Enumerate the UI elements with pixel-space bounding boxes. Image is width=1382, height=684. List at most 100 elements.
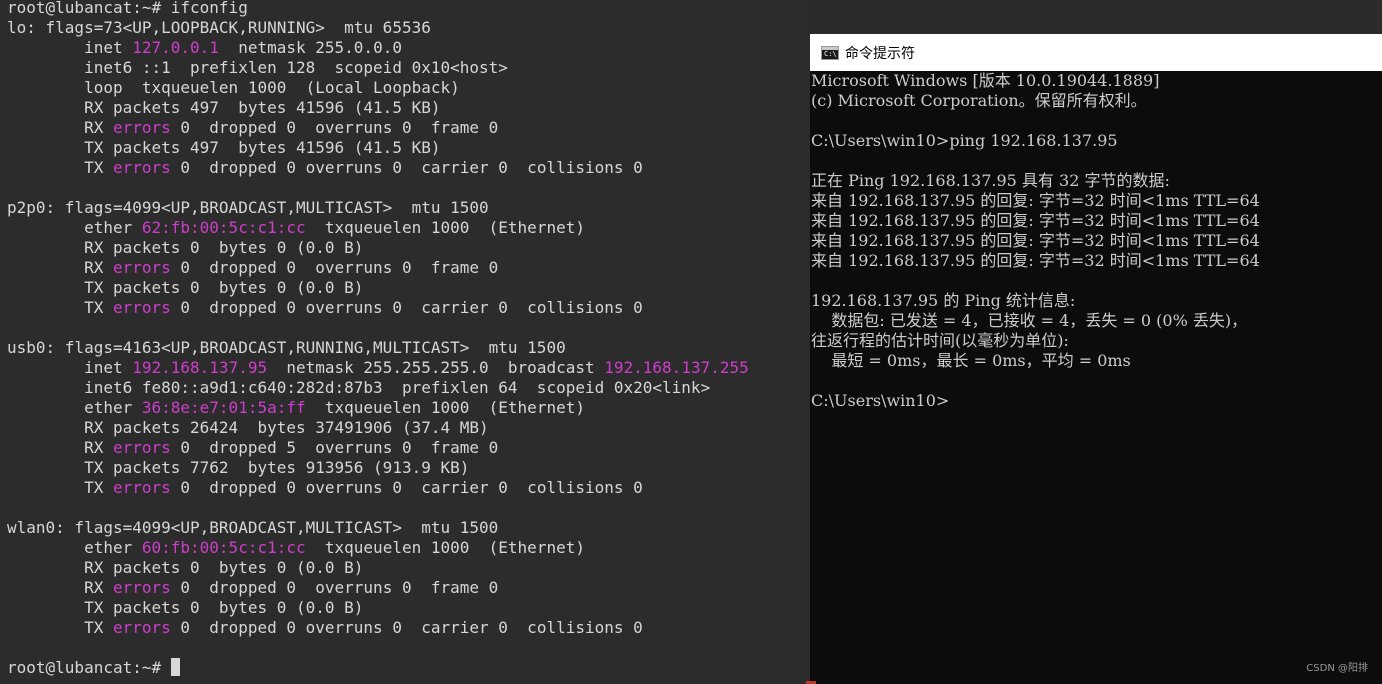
cmd-line [811,111,1260,131]
watermark: CSDN @阳排 [1306,663,1368,674]
terminal-line: inet 127.0.0.1 netmask 255.0.0.0 [7,38,749,58]
line-text: inet6 ::1 prefixlen 128 scopeid 0x10<hos… [7,58,508,77]
line-text: usb0: flags=4163<UP,BROADCAST,RUNNING,MU… [7,338,566,357]
terminal-line: inet6 fe80::a9d1:c640:282d:87b3 prefixle… [7,378,749,398]
cmd-line: Microsoft Windows [版本 10.0.19044.1889] [811,71,1160,90]
highlighted-text: 192.168.137.95 [132,358,268,377]
cmd-line: 来自 192.168.137.95 的回复: 字节=32 时间<1ms TTL=… [811,231,1260,250]
linux-terminal-output: root@lubancat:~# ifconfig lo: flags=73<UP… [7,0,749,678]
terminal-line: RX packets 0 bytes 0 (0.0 B) [7,558,749,578]
terminal-line: TX packets 0 bytes 0 (0.0 B) [7,278,749,298]
line-text: root@lubancat:~# [7,658,171,677]
terminal-line: ether 60:fb:00:5c:c1:cc txqueuelen 1000 … [7,538,749,558]
terminal-line: ether 62:fb:00:5c:c1:cc txqueuelen 1000 … [7,218,749,238]
line-text: 0 dropped 0 overruns 0 frame 0 [170,118,499,137]
line-text: netmask 255.0.0.0 [218,38,402,57]
terminal-cursor[interactable] [170,658,180,676]
line-text: TX [7,478,113,497]
line-text: p2p0: flags=4099<UP,BROADCAST,MULTICAST>… [7,198,489,217]
cmd-line: C:\Users\win10> [811,391,950,410]
line-text: 0 dropped 0 overruns 0 carrier 0 collisi… [170,158,643,177]
terminal-line: TX errors 0 dropped 0 overruns 0 carrier… [7,478,749,498]
terminal-line: RX errors 0 dropped 0 overruns 0 frame 0 [7,578,749,598]
cmd-line: 来自 192.168.137.95 的回复: 字节=32 时间<1ms TTL=… [811,251,1260,270]
line-text: TX packets 497 bytes 41596 (41.5 KB) [7,138,441,157]
line-text: TX packets 0 bytes 0 (0.0 B) [7,278,364,297]
line-text: RX packets 497 bytes 41596 (41.5 KB) [7,98,441,117]
line-text: root@lubancat:~# ifconfig [7,0,248,17]
highlighted-text: errors [112,158,171,177]
highlighted-text: errors [112,618,171,637]
terminal-line: ether 36:8e:e7:01:5a:ff txqueuelen 1000 … [7,398,749,418]
line-text: RX [7,258,113,277]
line-text: ether [7,218,142,237]
cmd-line: 往返行程的估计时间(以毫秒为单位): [811,331,1069,350]
line-text: ether [7,398,142,417]
cmd-line: C:\Users\win10>ping 192.168.137.95 [811,131,1118,150]
line-text: inet [7,358,133,377]
line-text: txqueuelen 1000 (Ethernet) [305,538,585,557]
terminal-line: inet6 ::1 prefixlen 128 scopeid 0x10<hos… [7,58,749,78]
terminal-line: TX packets 7762 bytes 913956 (913.9 KB) [7,458,749,478]
line-text: RX packets 0 bytes 0 (0.0 B) [7,238,364,257]
cmd-line: 来自 192.168.137.95 的回复: 字节=32 时间<1ms TTL=… [811,191,1260,210]
line-text: txqueuelen 1000 (Ethernet) [305,218,585,237]
cmd-line: 最短 = 0ms，最长 = 0ms，平均 = 0ms [811,351,1131,370]
line-text: 0 dropped 0 overruns 0 carrier 0 collisi… [170,298,643,317]
terminal-line: RX packets 26424 bytes 37491906 (37.4 MB… [7,418,749,438]
cmd-prompt-icon: C:\ [821,45,839,60]
line-text: RX [7,578,113,597]
cmd-output: Microsoft Windows [版本 10.0.19044.1889] (c… [811,71,1260,411]
highlighted-text: errors [112,578,171,597]
line-text: 0 dropped 0 overruns 0 frame 0 [170,578,499,597]
line-text: 0 dropped 0 overruns 0 carrier 0 collisi… [170,618,643,637]
terminal-line: wlan0: flags=4099<UP,BROADCAST,MULTICAST… [7,518,749,538]
cmd-window-title: 命令提示符 [845,45,915,62]
terminal-line: root@lubancat:~# [7,658,749,678]
terminal-line: lo: flags=73<UP,LOOPBACK,RUNNING> mtu 65… [7,18,749,38]
terminal-line: inet 192.168.137.95 netmask 255.255.255.… [7,358,749,378]
line-text: TX packets 0 bytes 0 (0.0 B) [7,598,364,617]
highlighted-text: errors [112,478,171,497]
terminal-line: loop txqueuelen 1000 (Local Loopback) [7,78,749,98]
highlighted-text: 127.0.0.1 [132,38,219,57]
highlighted-text: 62:fb:00:5c:c1:cc [141,218,306,237]
terminal-divider [803,0,810,684]
terminal-line: p2p0: flags=4099<UP,BROADCAST,MULTICAST>… [7,198,749,218]
line-text: txqueuelen 1000 (Ethernet) [305,398,585,417]
cmd-titlebar[interactable]: C:\ 命令提示符 [810,34,1382,71]
cmd-window[interactable]: C:\ 命令提示符 Microsoft Windows [版本 10.0.190… [810,34,1382,684]
terminal-line: RX errors 0 dropped 0 overruns 0 frame 0 [7,258,749,278]
line-text: TX packets 7762 bytes 913956 (913.9 KB) [7,458,470,477]
line-text: TX [7,158,113,177]
line-text: inet [7,38,133,57]
line-text: TX [7,618,113,637]
terminal-line: RX packets 497 bytes 41596 (41.5 KB) [7,98,749,118]
terminal-line: usb0: flags=4163<UP,BROADCAST,RUNNING,MU… [7,338,749,358]
line-text: ether [7,538,142,557]
terminal-line: TX errors 0 dropped 0 overruns 0 carrier… [7,298,749,318]
highlighted-text: errors [112,258,171,277]
terminal-line: TX errors 0 dropped 0 overruns 0 carrier… [7,158,749,178]
line-text: RX [7,438,113,457]
cmd-line: 来自 192.168.137.95 的回复: 字节=32 时间<1ms TTL=… [811,211,1260,230]
linux-terminal-window[interactable]: root@lubancat:~# ifconfig lo: flags=73<UP… [0,0,810,684]
line-text: lo: flags=73<UP,LOOPBACK,RUNNING> mtu 65… [7,18,431,37]
line-text: 0 dropped 5 overruns 0 frame 0 [170,438,499,457]
line-text: TX [7,298,113,317]
highlighted-text: errors [112,298,171,317]
cmd-line: 192.168.137.95 的 Ping 统计信息: [811,291,1076,310]
highlighted-text: 192.168.137.255 [604,358,749,377]
terminal-line: TX packets 0 bytes 0 (0.0 B) [7,598,749,618]
cmd-line [811,371,1260,391]
cmd-line [811,151,1260,171]
highlighted-text: errors [112,438,171,457]
line-text: netmask 255.255.255.0 broadcast [267,358,605,377]
cmd-line [811,271,1260,291]
line-text: wlan0: flags=4099<UP,BROADCAST,MULTICAST… [7,518,499,537]
highlighted-text: errors [112,118,171,137]
